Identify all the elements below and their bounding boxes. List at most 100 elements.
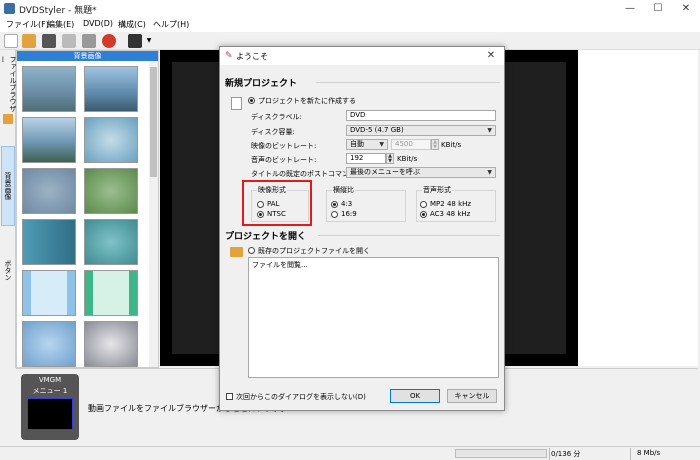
menu-file[interactable]: ファイル(F)	[6, 19, 49, 30]
background-thumbnail[interactable]	[22, 270, 76, 316]
section-divider	[318, 235, 500, 236]
chevron-down-icon: ▼	[487, 127, 492, 134]
app-icon	[4, 3, 15, 14]
aspect-4-3-label: 4:3	[341, 200, 353, 208]
mp2-label: MP2 48 kHz	[430, 200, 472, 208]
dont-show-label: 次回からこのダイアログを表示しない(D)	[236, 393, 366, 401]
audio-bitrate-unit: KBit/s	[397, 155, 418, 163]
chevron-down-icon: ▼	[487, 169, 492, 176]
tab-buttons[interactable]: ボタン	[1, 250, 15, 290]
window-title: DVDStyler - 無題*	[19, 6, 97, 16]
ac3-label: AC3 48 kHz	[430, 210, 471, 218]
folder-icon	[230, 247, 243, 257]
new-document-icon	[231, 97, 242, 110]
background-thumbnail[interactable]	[22, 219, 76, 265]
background-thumbnail[interactable]	[84, 117, 138, 163]
audio-bitrate-input[interactable]: 192	[346, 153, 386, 164]
menu-bar: ファイル(F) 編集(E) DVD(D) 構成(C) ヘルプ(H)	[0, 18, 700, 32]
menu-config[interactable]: 構成(C)	[118, 19, 146, 30]
disc-capacity-select[interactable]: DVD-5 (4.7 GB) ▼	[346, 125, 496, 136]
minimize-button[interactable]: —	[617, 1, 643, 16]
open-existing-project-label: 既存のプロジェクトファイルを開く	[258, 247, 370, 255]
disc-label-label: ディスクラベル:	[251, 113, 302, 121]
video-bitrate-input[interactable]: 4500	[391, 139, 431, 150]
dropdown-arrow-icon[interactable]: ▼	[145, 34, 153, 48]
open-folder-icon[interactable]	[22, 34, 36, 48]
menu-help[interactable]: ヘルプ(H)	[153, 19, 189, 30]
disc-usage-text: 0/136 分	[551, 450, 581, 458]
status-separator	[630, 448, 631, 460]
status-separator	[549, 448, 550, 460]
maximize-button[interactable]: ☐	[645, 1, 671, 16]
dialog-title-bar: ✎ ようこそ ✕	[220, 47, 504, 65]
menu-thumbnail[interactable]: VMGM メニュー 1	[21, 374, 79, 440]
ok-button[interactable]: OK	[390, 389, 440, 403]
post-command-select[interactable]: 最後のメニューを呼ぶ ▼	[346, 167, 496, 178]
title-bar: DVDStyler - 無題* — ☐ ✕	[0, 0, 700, 18]
create-new-project-label: プロジェクトを新たに作成する	[258, 97, 356, 105]
background-thumbnail[interactable]	[22, 168, 76, 214]
tab-file-browser[interactable]: ファイルブラウザー	[0, 56, 17, 112]
menu-edit[interactable]: 編集(E)	[47, 19, 74, 30]
scrollbar-thumb[interactable]	[150, 67, 157, 177]
menu-dvd[interactable]: DVD(D)	[83, 19, 113, 28]
wand-icon[interactable]	[62, 34, 76, 48]
background-thumbnail[interactable]	[84, 270, 138, 316]
dialog-icon: ✎	[225, 51, 233, 61]
audio-format-title: 音声形式	[422, 185, 452, 195]
panel-header: 背景画像	[17, 51, 158, 61]
aspect-16-9-label: 16:9	[341, 210, 357, 218]
dont-show-checkbox[interactable]	[226, 393, 233, 400]
burn-icon[interactable]	[102, 34, 116, 48]
video-bitrate-unit: KBit/s	[441, 141, 462, 149]
list-item[interactable]: ファイルを閲覧...	[252, 260, 308, 270]
thumbnails-scrollbar[interactable]	[149, 61, 158, 367]
background-thumbnail[interactable]	[84, 168, 138, 214]
side-tabs: ファイルブラウザー 背景画像 ボタン	[0, 50, 17, 368]
chevron-down-icon: ▼	[379, 141, 384, 148]
open-project-heading: プロジェクトを開く	[225, 232, 307, 242]
create-new-project-radio[interactable]	[248, 97, 255, 104]
tools-icon[interactable]	[82, 34, 96, 48]
background-thumbnail[interactable]	[22, 66, 76, 112]
background-thumbnail[interactable]	[84, 219, 138, 265]
background-thumbnail[interactable]	[22, 321, 76, 367]
video-bitrate-label: 映像のビットレート:	[251, 142, 317, 150]
save-icon[interactable]	[42, 34, 56, 48]
section-divider	[316, 82, 500, 83]
close-button[interactable]: ✕	[673, 1, 699, 16]
tab-backgrounds[interactable]: 背景画像	[1, 146, 15, 226]
disc-label-input[interactable]: DVD	[346, 110, 496, 121]
disc-usage-progress	[455, 449, 547, 458]
aspect-16-9-radio[interactable]	[331, 211, 338, 218]
film-icon[interactable]	[128, 34, 142, 48]
video-bitrate-mode-value: 自動	[350, 140, 364, 148]
video-bitrate-mode-select[interactable]: 自動 ▼	[346, 139, 388, 150]
disc-capacity-label: ディスク容量:	[251, 128, 295, 136]
menu-thumbnail-screen	[27, 398, 73, 430]
status-bar: 0/136 分 8 Mb/s	[0, 446, 700, 460]
audio-bitrate-spinner[interactable]: ▲ ▼	[386, 153, 394, 164]
welcome-dialog: ✎ ようこそ ✕ 新規プロジェクト プロジェクトを新たに作成する ディスクラベル…	[219, 46, 505, 411]
background-thumbnail[interactable]	[22, 117, 76, 163]
dialog-close-button[interactable]: ✕	[480, 48, 502, 63]
cancel-button[interactable]: キャンセル	[447, 389, 497, 403]
post-command-value: 最後のメニューを呼ぶ	[350, 168, 420, 176]
ac3-radio[interactable]	[420, 211, 427, 218]
aspect-4-3-radio[interactable]	[331, 201, 338, 208]
video-bitrate-spinner[interactable]: ▲ ▼	[431, 139, 439, 150]
video-format-highlight	[242, 180, 312, 226]
post-command-label: タイトルの既定のポストコマンド:	[251, 170, 359, 178]
open-existing-project-radio[interactable]	[248, 247, 255, 254]
disc-capacity-value: DVD-5 (4.7 GB)	[350, 126, 404, 134]
menu-label: メニュー 1	[32, 387, 68, 395]
audio-bitrate-label: 音声のビットレート:	[251, 156, 317, 164]
background-thumbnails-panel: 背景画像	[16, 50, 159, 368]
recent-projects-list[interactable]: ファイルを閲覧...	[248, 257, 499, 378]
background-thumbnail[interactable]	[84, 321, 138, 367]
mp2-radio[interactable]	[420, 201, 427, 208]
new-file-icon[interactable]	[4, 34, 18, 48]
bitrate-text: 8 Mb/s	[637, 449, 661, 457]
background-thumbnail[interactable]	[84, 66, 138, 112]
new-project-heading: 新規プロジェクト	[225, 79, 298, 89]
